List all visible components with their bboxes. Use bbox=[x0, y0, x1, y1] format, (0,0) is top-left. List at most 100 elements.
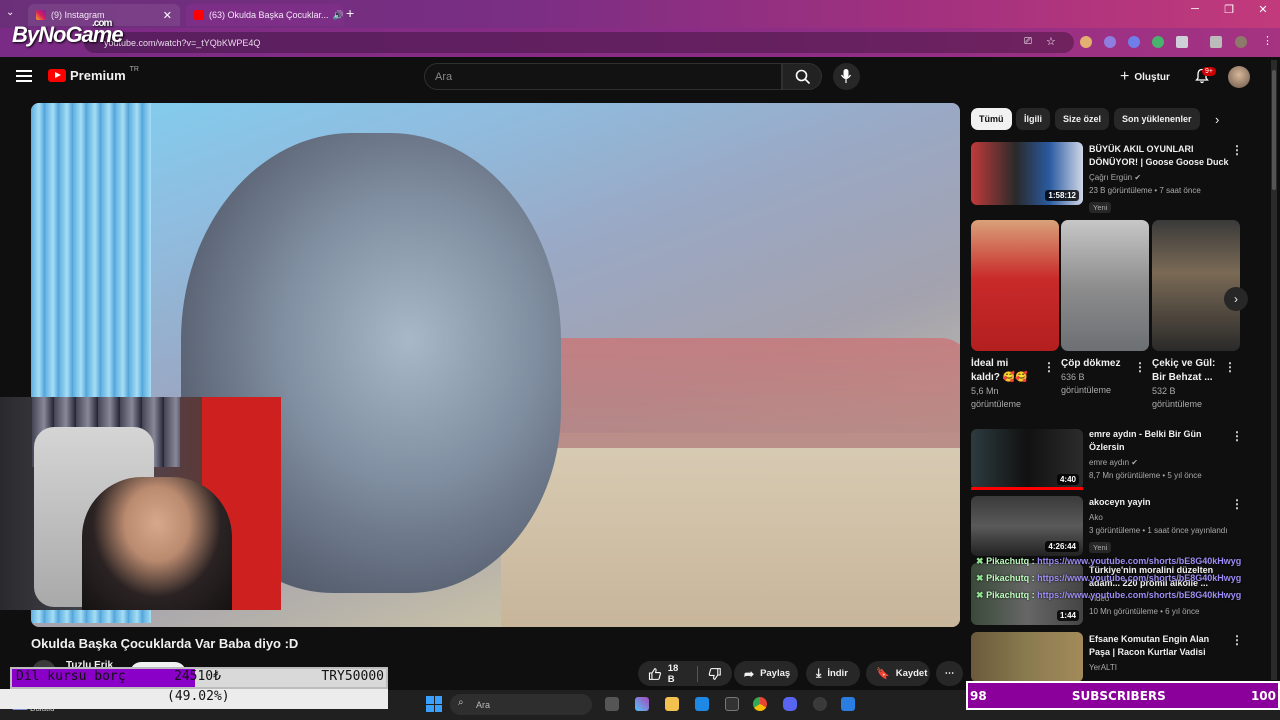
donation-goal-bar: Dil kursu borç 24510₺ TRY50000 bbox=[10, 667, 388, 689]
cast-icon[interactable]: ⎚ bbox=[1024, 36, 1032, 47]
more-options-icon[interactable]: ⋮ bbox=[1043, 360, 1055, 374]
short-thumbnail[interactable] bbox=[971, 220, 1059, 351]
file-explorer-icon[interactable] bbox=[665, 697, 679, 711]
scrollbar-thumb[interactable] bbox=[1272, 70, 1276, 190]
channel-name[interactable]: Çağrı Ergün bbox=[1089, 173, 1132, 182]
short-views-unit: görüntüleme bbox=[1152, 399, 1203, 409]
streamer-webcam-overlay bbox=[0, 397, 281, 610]
account-avatar[interactable] bbox=[1228, 66, 1250, 88]
more-options-icon[interactable]: ⋮ bbox=[1231, 429, 1243, 443]
close-window-button[interactable]: ✕ bbox=[1246, 3, 1280, 16]
chip-for-you[interactable]: Size özel bbox=[1055, 108, 1110, 130]
search-button[interactable] bbox=[782, 63, 822, 90]
donation-goal: TRY50000 bbox=[321, 669, 384, 684]
video-thumbnail[interactable]: 4:40 bbox=[971, 429, 1083, 489]
watch-progress-bar bbox=[971, 487, 1083, 490]
chat-username: Pikachutq : bbox=[986, 556, 1035, 566]
subscriber-target: 100 bbox=[1250, 688, 1276, 703]
related-video-title[interactable]: BÜYÜK AKIL OYUNLARI bbox=[1089, 143, 1229, 156]
youtube-logo[interactable]: Premium TR bbox=[48, 66, 139, 83]
create-button[interactable]: + Oluştur bbox=[1120, 68, 1170, 86]
url-field[interactable]: youtube.com/watch?v=_tYQbKWPE4Q bbox=[84, 32, 1074, 53]
voice-search-button[interactable] bbox=[833, 63, 860, 90]
video-thumbnail[interactable] bbox=[971, 632, 1083, 682]
more-options-icon[interactable]: ⋮ bbox=[1231, 143, 1243, 157]
tab-list-chevron-icon[interactable]: ⌄ bbox=[6, 7, 14, 18]
store-icon[interactable] bbox=[695, 697, 709, 711]
subscriber-goal-bar: 98 SUBSCRIBERS 100 bbox=[966, 681, 1280, 710]
share-button[interactable]: ➦ Paylaş bbox=[734, 661, 798, 686]
related-video-title-line2[interactable]: Özlersin bbox=[1089, 441, 1229, 454]
audio-playing-icon[interactable]: 🔊 bbox=[333, 10, 344, 21]
related-video-card[interactable]: 1:58:12 bbox=[971, 142, 1083, 205]
related-video-title[interactable]: akoceyn yayin bbox=[1089, 496, 1249, 509]
chip-recent-uploads[interactable]: Son yüklenenler bbox=[1114, 108, 1200, 130]
browser-menu-icon[interactable]: ⋮ bbox=[1262, 34, 1273, 47]
related-video-title-line2[interactable]: Paşa | Racon Kurtlar Vadisi bbox=[1089, 646, 1229, 659]
chips-next-chevron-icon[interactable]: › bbox=[1215, 112, 1219, 127]
minimize-button[interactable]: ─ bbox=[1178, 3, 1212, 16]
video-frame-sofa bbox=[531, 338, 960, 448]
tab-label: (63) Okulda Başka Çocuklar... bbox=[209, 10, 329, 20]
chip-all[interactable]: Tümü bbox=[971, 108, 1012, 130]
extensions-puzzle-icon[interactable] bbox=[1176, 36, 1188, 48]
verified-icon: ✔ bbox=[1131, 458, 1138, 467]
divider bbox=[697, 665, 699, 682]
search-placeholder: Ara bbox=[435, 70, 453, 83]
media-controls-icon[interactable] bbox=[1210, 36, 1222, 48]
taskbar-search-input[interactable]: Ara bbox=[450, 694, 592, 715]
more-options-icon[interactable]: ⋮ bbox=[1231, 497, 1243, 511]
chip-related[interactable]: İlgili bbox=[1016, 108, 1050, 130]
extension-icon[interactable] bbox=[1080, 36, 1092, 48]
extension-icon[interactable] bbox=[1104, 36, 1116, 48]
donation-percent: (49.02%) bbox=[167, 689, 230, 704]
chat-message: ✖ Pikachutq : https://www.youtube.com/sh… bbox=[976, 573, 1241, 584]
video-thumbnail[interactable]: 1:58:12 bbox=[971, 142, 1083, 205]
related-video-title[interactable]: Efsane Komutan Engin Alan bbox=[1089, 633, 1229, 646]
task-view-icon[interactable] bbox=[605, 697, 619, 711]
windows-start-icon[interactable] bbox=[426, 696, 442, 712]
short-thumbnail[interactable] bbox=[1061, 220, 1149, 351]
discord-icon[interactable] bbox=[783, 697, 797, 711]
more-options-icon[interactable]: ⋮ bbox=[1134, 360, 1146, 374]
bookmark-star-icon[interactable]: ☆ bbox=[1046, 35, 1056, 48]
chat-badge-icon: ✖ bbox=[976, 556, 984, 566]
youtube-brand-label: Premium bbox=[70, 68, 126, 83]
obs-icon[interactable] bbox=[813, 697, 827, 711]
profile-avatar[interactable] bbox=[1235, 36, 1247, 48]
more-options-icon[interactable]: ⋮ bbox=[1224, 360, 1236, 374]
channel-name[interactable]: emre aydın bbox=[1089, 458, 1129, 467]
thumbs-down-icon[interactable] bbox=[708, 667, 722, 681]
short-thumbnail[interactable] bbox=[1152, 220, 1240, 351]
more-actions-button[interactable]: ⋯ bbox=[936, 661, 963, 686]
extension-icon[interactable] bbox=[1152, 36, 1164, 48]
video-thumbnail[interactable]: 4:26:44 bbox=[971, 496, 1083, 556]
bynogame-watermark: ByNoGame .com bbox=[12, 18, 124, 48]
channel-name[interactable]: Ako bbox=[1089, 511, 1249, 524]
hamburger-menu-icon[interactable] bbox=[16, 70, 32, 82]
short-card[interactable]: Çekiç ve Gül: Bir Behzat ... 532 B görün… bbox=[1152, 220, 1240, 411]
related-video-title[interactable]: emre aydın - Belki Bir Gün bbox=[1089, 428, 1229, 441]
copilot-icon[interactable] bbox=[635, 697, 649, 711]
related-video-title-line2[interactable]: DÖNÜYOR! | Goose Goose Duck bbox=[1089, 156, 1229, 169]
download-button[interactable]: ⤓ İndir bbox=[806, 661, 860, 686]
close-tab-icon[interactable]: ✕ bbox=[157, 9, 172, 22]
maximize-button[interactable]: ❐ bbox=[1212, 3, 1246, 16]
app-icon[interactable] bbox=[725, 697, 739, 711]
tab-youtube-video[interactable]: (63) Okulda Başka Çocuklar... 🔊 ✕ bbox=[186, 4, 344, 26]
channel-name[interactable]: YerALTI bbox=[1089, 661, 1229, 674]
save-button[interactable]: 🔖 Kaydet bbox=[866, 661, 930, 686]
thumbs-up-icon[interactable] bbox=[648, 667, 662, 681]
new-badge: Yeni bbox=[1089, 202, 1112, 213]
search-input[interactable]: Ara bbox=[424, 63, 782, 90]
app-icon[interactable] bbox=[841, 697, 855, 711]
save-label: Kaydet bbox=[895, 668, 928, 679]
shorts-next-chevron-icon[interactable]: › bbox=[1224, 287, 1248, 311]
chrome-icon[interactable] bbox=[753, 697, 767, 711]
duration-badge: 1:58:12 bbox=[1045, 190, 1079, 201]
short-card[interactable]: İdeal mi kaldı? 🥰🥰 5,6 Mn görüntüleme bbox=[971, 220, 1059, 411]
chat-message: ✖ Pikachutq : https://www.youtube.com/sh… bbox=[976, 590, 1241, 601]
more-options-icon[interactable]: ⋮ bbox=[1231, 633, 1243, 647]
extension-icon[interactable] bbox=[1128, 36, 1140, 48]
new-tab-button[interactable]: + bbox=[346, 5, 354, 21]
